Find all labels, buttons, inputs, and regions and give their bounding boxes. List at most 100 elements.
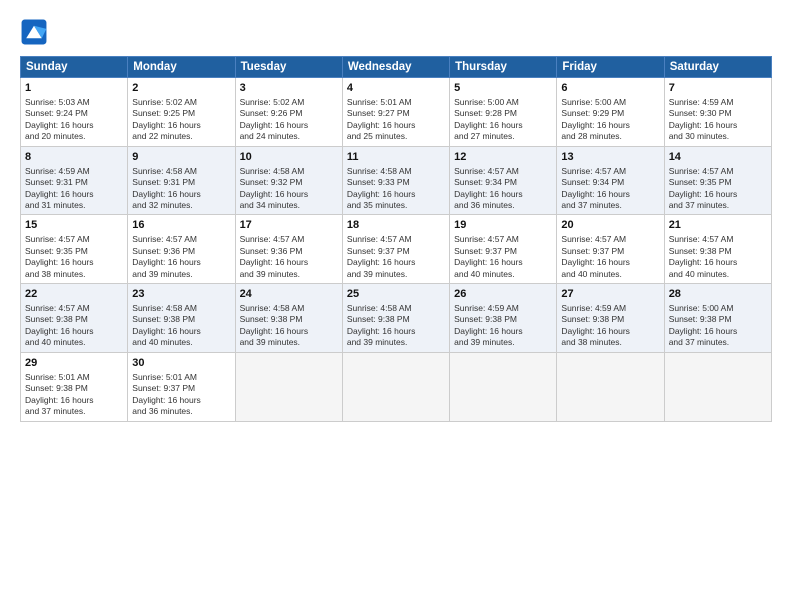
day-number: 13 [561, 150, 659, 165]
day-number: 1 [25, 81, 123, 96]
day-cell-7: 7Sunrise: 4:59 AMSunset: 9:30 PMDaylight… [664, 78, 771, 147]
day-info: Sunrise: 5:02 AMSunset: 9:25 PMDaylight:… [132, 97, 230, 143]
day-info: Sunrise: 4:58 AMSunset: 9:38 PMDaylight:… [347, 303, 445, 349]
column-header-monday: Monday [128, 57, 235, 78]
day-info: Sunrise: 4:59 AMSunset: 9:38 PMDaylight:… [454, 303, 552, 349]
day-number: 16 [132, 218, 230, 233]
day-number: 15 [25, 218, 123, 233]
day-cell-2: 2Sunrise: 5:02 AMSunset: 9:25 PMDaylight… [128, 78, 235, 147]
day-cell-25: 25Sunrise: 4:58 AMSunset: 9:38 PMDayligh… [342, 284, 449, 353]
empty-cell [450, 352, 557, 421]
empty-cell [557, 352, 664, 421]
day-info: Sunrise: 5:00 AMSunset: 9:38 PMDaylight:… [669, 303, 767, 349]
day-number: 14 [669, 150, 767, 165]
column-header-wednesday: Wednesday [342, 57, 449, 78]
logo-icon [20, 18, 48, 46]
day-cell-12: 12Sunrise: 4:57 AMSunset: 9:34 PMDayligh… [450, 146, 557, 215]
day-number: 18 [347, 218, 445, 233]
day-number: 23 [132, 287, 230, 302]
day-number: 17 [240, 218, 338, 233]
day-cell-26: 26Sunrise: 4:59 AMSunset: 9:38 PMDayligh… [450, 284, 557, 353]
day-cell-13: 13Sunrise: 4:57 AMSunset: 9:34 PMDayligh… [557, 146, 664, 215]
day-number: 2 [132, 81, 230, 96]
day-cell-10: 10Sunrise: 4:58 AMSunset: 9:32 PMDayligh… [235, 146, 342, 215]
day-cell-14: 14Sunrise: 4:57 AMSunset: 9:35 PMDayligh… [664, 146, 771, 215]
calendar-week-3: 22Sunrise: 4:57 AMSunset: 9:38 PMDayligh… [21, 284, 772, 353]
day-number: 29 [25, 356, 123, 371]
day-info: Sunrise: 4:58 AMSunset: 9:38 PMDaylight:… [132, 303, 230, 349]
column-header-sunday: Sunday [21, 57, 128, 78]
day-info: Sunrise: 4:57 AMSunset: 9:35 PMDaylight:… [669, 166, 767, 212]
day-number: 19 [454, 218, 552, 233]
day-number: 11 [347, 150, 445, 165]
day-info: Sunrise: 4:58 AMSunset: 9:33 PMDaylight:… [347, 166, 445, 212]
day-number: 10 [240, 150, 338, 165]
calendar-week-4: 29Sunrise: 5:01 AMSunset: 9:38 PMDayligh… [21, 352, 772, 421]
day-cell-28: 28Sunrise: 5:00 AMSunset: 9:38 PMDayligh… [664, 284, 771, 353]
day-info: Sunrise: 4:57 AMSunset: 9:35 PMDaylight:… [25, 234, 123, 280]
day-info: Sunrise: 4:57 AMSunset: 9:36 PMDaylight:… [240, 234, 338, 280]
day-cell-18: 18Sunrise: 4:57 AMSunset: 9:37 PMDayligh… [342, 215, 449, 284]
column-header-thursday: Thursday [450, 57, 557, 78]
day-info: Sunrise: 5:00 AMSunset: 9:29 PMDaylight:… [561, 97, 659, 143]
day-number: 5 [454, 81, 552, 96]
day-cell-27: 27Sunrise: 4:59 AMSunset: 9:38 PMDayligh… [557, 284, 664, 353]
day-number: 12 [454, 150, 552, 165]
day-number: 30 [132, 356, 230, 371]
day-info: Sunrise: 4:57 AMSunset: 9:38 PMDaylight:… [25, 303, 123, 349]
day-cell-30: 30Sunrise: 5:01 AMSunset: 9:37 PMDayligh… [128, 352, 235, 421]
day-cell-23: 23Sunrise: 4:58 AMSunset: 9:38 PMDayligh… [128, 284, 235, 353]
day-info: Sunrise: 4:57 AMSunset: 9:37 PMDaylight:… [347, 234, 445, 280]
empty-cell [664, 352, 771, 421]
page: SundayMondayTuesdayWednesdayThursdayFrid… [0, 0, 792, 612]
day-number: 8 [25, 150, 123, 165]
day-info: Sunrise: 4:57 AMSunset: 9:34 PMDaylight:… [561, 166, 659, 212]
day-number: 3 [240, 81, 338, 96]
day-number: 21 [669, 218, 767, 233]
day-cell-16: 16Sunrise: 4:57 AMSunset: 9:36 PMDayligh… [128, 215, 235, 284]
day-number: 26 [454, 287, 552, 302]
day-info: Sunrise: 4:57 AMSunset: 9:37 PMDaylight:… [454, 234, 552, 280]
day-cell-24: 24Sunrise: 4:58 AMSunset: 9:38 PMDayligh… [235, 284, 342, 353]
day-number: 7 [669, 81, 767, 96]
day-info: Sunrise: 4:59 AMSunset: 9:38 PMDaylight:… [561, 303, 659, 349]
day-cell-17: 17Sunrise: 4:57 AMSunset: 9:36 PMDayligh… [235, 215, 342, 284]
day-cell-6: 6Sunrise: 5:00 AMSunset: 9:29 PMDaylight… [557, 78, 664, 147]
day-cell-1: 1Sunrise: 5:03 AMSunset: 9:24 PMDaylight… [21, 78, 128, 147]
day-info: Sunrise: 5:03 AMSunset: 9:24 PMDaylight:… [25, 97, 123, 143]
day-number: 28 [669, 287, 767, 302]
calendar-week-1: 8Sunrise: 4:59 AMSunset: 9:31 PMDaylight… [21, 146, 772, 215]
day-cell-4: 4Sunrise: 5:01 AMSunset: 9:27 PMDaylight… [342, 78, 449, 147]
day-cell-11: 11Sunrise: 4:58 AMSunset: 9:33 PMDayligh… [342, 146, 449, 215]
day-info: Sunrise: 5:01 AMSunset: 9:37 PMDaylight:… [132, 372, 230, 418]
day-info: Sunrise: 4:58 AMSunset: 9:38 PMDaylight:… [240, 303, 338, 349]
logo [20, 18, 52, 46]
column-header-friday: Friday [557, 57, 664, 78]
day-info: Sunrise: 5:01 AMSunset: 9:38 PMDaylight:… [25, 372, 123, 418]
empty-cell [235, 352, 342, 421]
day-cell-5: 5Sunrise: 5:00 AMSunset: 9:28 PMDaylight… [450, 78, 557, 147]
calendar: SundayMondayTuesdayWednesdayThursdayFrid… [20, 56, 772, 422]
day-cell-15: 15Sunrise: 4:57 AMSunset: 9:35 PMDayligh… [21, 215, 128, 284]
day-info: Sunrise: 4:57 AMSunset: 9:37 PMDaylight:… [561, 234, 659, 280]
day-number: 6 [561, 81, 659, 96]
header-row: SundayMondayTuesdayWednesdayThursdayFrid… [21, 57, 772, 78]
day-number: 24 [240, 287, 338, 302]
day-info: Sunrise: 4:59 AMSunset: 9:31 PMDaylight:… [25, 166, 123, 212]
day-cell-21: 21Sunrise: 4:57 AMSunset: 9:38 PMDayligh… [664, 215, 771, 284]
day-info: Sunrise: 4:57 AMSunset: 9:34 PMDaylight:… [454, 166, 552, 212]
day-info: Sunrise: 5:02 AMSunset: 9:26 PMDaylight:… [240, 97, 338, 143]
day-cell-19: 19Sunrise: 4:57 AMSunset: 9:37 PMDayligh… [450, 215, 557, 284]
day-info: Sunrise: 5:00 AMSunset: 9:28 PMDaylight:… [454, 97, 552, 143]
day-cell-22: 22Sunrise: 4:57 AMSunset: 9:38 PMDayligh… [21, 284, 128, 353]
day-number: 9 [132, 150, 230, 165]
day-number: 25 [347, 287, 445, 302]
day-info: Sunrise: 4:58 AMSunset: 9:31 PMDaylight:… [132, 166, 230, 212]
day-number: 22 [25, 287, 123, 302]
header [20, 18, 772, 46]
day-cell-8: 8Sunrise: 4:59 AMSunset: 9:31 PMDaylight… [21, 146, 128, 215]
day-info: Sunrise: 4:59 AMSunset: 9:30 PMDaylight:… [669, 97, 767, 143]
day-number: 27 [561, 287, 659, 302]
day-info: Sunrise: 4:57 AMSunset: 9:36 PMDaylight:… [132, 234, 230, 280]
day-number: 20 [561, 218, 659, 233]
